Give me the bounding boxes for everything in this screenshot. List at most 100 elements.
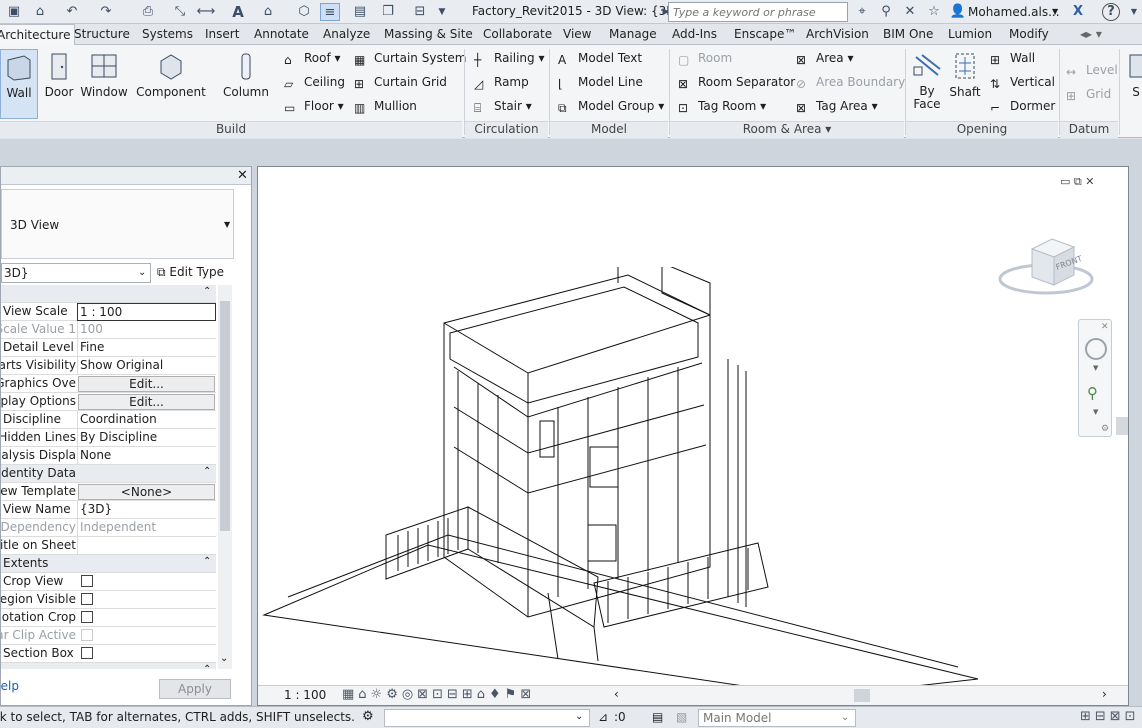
section-icon[interactable]: ⬡ <box>294 3 314 21</box>
binoculars-icon[interactable]: ⌖ <box>852 3 872 21</box>
thin-lines-icon[interactable]: ≡ <box>320 3 340 21</box>
undo-icon[interactable]: ↶ <box>62 3 82 21</box>
edit-type-button[interactable]: ⧉ Edit Type <box>157 263 233 283</box>
collapse-icon[interactable]: ⌃ <box>203 664 211 669</box>
design-options-icon[interactable]: ▧ <box>676 710 687 724</box>
set-button[interactable]: S <box>1124 49 1142 119</box>
area-boundary-button[interactable]: ⊘ Area Boundary <box>796 75 905 95</box>
tag-room-button[interactable]: ⊡ Tag Room ▾ <box>678 99 766 119</box>
tab-collaborate[interactable]: Collaborate <box>483 27 552 41</box>
tab-archvision[interactable]: ArchVision <box>806 27 869 41</box>
save-icon[interactable]: ⌂ <box>30 3 50 21</box>
prop-value[interactable]: By Discipline <box>77 429 216 447</box>
ceiling-button[interactable]: ▱ Ceiling <box>284 75 345 95</box>
search-input[interactable] <box>668 2 848 22</box>
instance-selector[interactable]: 3D} ⌄ <box>1 263 151 283</box>
prop-value[interactable]: Show Original <box>77 357 216 375</box>
collapse-icon[interactable]: ⌃ <box>203 466 211 477</box>
column-button[interactable]: Column <box>222 49 270 119</box>
help-dropdown-icon[interactable]: ▼ <box>1124 3 1142 21</box>
apply-button[interactable]: Apply <box>159 679 231 699</box>
roof-button[interactable]: ⌂ Roof ▾ <box>284 51 341 71</box>
collapse-icon[interactable]: ⌃ <box>203 286 211 297</box>
help-icon[interactable]: ? <box>1102 3 1120 21</box>
minimize-icon[interactable]: ▭ <box>1060 175 1070 188</box>
3d-view-icon[interactable]: ⌂ <box>258 3 278 21</box>
properties-help-link[interactable]: Properties help <box>1 679 19 696</box>
selection-option-icons[interactable]: ⊞⊟⊠⊡ <box>1080 709 1140 724</box>
user-dropdown-icon[interactable]: ▼ <box>1052 7 1058 16</box>
vg-edit-button[interactable]: Edit... <box>78 376 215 392</box>
view-template-button[interactable]: <None> <box>78 484 215 500</box>
stair-button[interactable]: ⌸ Stair ▾ <box>474 99 532 119</box>
tab-add-ins[interactable]: Add-Ins <box>672 27 717 41</box>
section-extents[interactable]: Extents ⌃ <box>1 555 216 573</box>
workset-dropdown[interactable]: ⌄ <box>384 709 590 727</box>
prop-value[interactable]: None <box>77 447 216 465</box>
customize-dropdown-icon[interactable]: ▼ <box>432 3 452 21</box>
model-line-button[interactable]: ⌊ Model Line <box>558 75 643 95</box>
steering-wheel-icon[interactable] <box>1085 338 1107 360</box>
tab-insert[interactable]: Insert <box>205 27 239 41</box>
tab-massing-site[interactable]: Massing & Site <box>384 27 473 41</box>
room-area-group-label[interactable]: Room & Area ▾ <box>670 121 904 138</box>
scroll-down-icon[interactable]: ⌄ <box>220 653 228 664</box>
crop-region-visible-checkbox[interactable] <box>81 593 93 605</box>
design-option-dropdown[interactable]: Main Model ⌄ <box>698 709 856 727</box>
wall-button[interactable]: Wall <box>0 49 38 119</box>
tab-systems[interactable]: Systems <box>142 27 193 41</box>
prop-value[interactable]: Coordination <box>77 411 216 429</box>
tab-lumion[interactable]: Lumion <box>948 27 992 41</box>
dormer-button[interactable]: ⌐ Dormer <box>990 99 1055 119</box>
type-selector[interactable]: 3D View ▼ <box>1 189 234 259</box>
restore-icon[interactable]: ⧉ <box>1074 175 1082 188</box>
railing-button[interactable]: ┼ Railing ▾ <box>474 51 545 71</box>
3d-view-canvas[interactable]: ▭ ⧉ ✕ FRONT ✕ ▼ ⚲ ▼ ⚙ 1: 100 ▦⌂☼⚙◎⊠⊡⊟⊞⌂… <box>257 166 1129 706</box>
type-dropdown-icon[interactable]: ▼ <box>224 220 230 229</box>
view-scale-button[interactable]: 1 : 100 <box>284 688 326 702</box>
room-button[interactable]: ▢ Room <box>678 51 732 71</box>
area-button[interactable]: ⊠ Area ▾ <box>796 51 853 71</box>
shaft-button[interactable]: Shaft <box>946 49 984 119</box>
communication-icon[interactable]: ✕ <box>900 3 920 21</box>
close-icon[interactable]: ✕ <box>1085 175 1094 188</box>
properties-scrollbar[interactable]: ⌄ <box>218 285 232 669</box>
tab-structure[interactable]: Structure <box>74 27 130 41</box>
section-identity-data[interactable]: Identity Data ⌃ <box>1 465 216 483</box>
prop-value[interactable]: Fine <box>77 339 216 357</box>
editing-requests-icon[interactable]: ▤ <box>652 710 663 724</box>
switch-windows-icon[interactable]: ❐ <box>378 3 398 21</box>
ramp-button[interactable]: ◿ Ramp <box>474 75 529 95</box>
scroll-left-icon[interactable]: ‹ <box>614 687 619 701</box>
close-icon[interactable]: ✕ <box>1101 322 1109 332</box>
more-icon[interactable]: ⊟ <box>410 3 430 21</box>
scroll-right-icon[interactable]: › <box>1102 687 1107 701</box>
subscription-icon[interactable]: ⚲ <box>876 3 896 21</box>
section-graphics[interactable]: ⌃ <box>1 285 216 303</box>
tab-analyze[interactable]: Analyze <box>323 27 370 41</box>
curtain-system-button[interactable]: ▦ Curtain System <box>354 51 466 71</box>
annotation-crop-checkbox[interactable] <box>81 611 93 623</box>
text-icon[interactable]: A <box>228 3 248 21</box>
vertical-scrollbar-thumb[interactable] <box>1116 417 1128 435</box>
user-icon[interactable]: 👤 <box>948 3 968 21</box>
by-face-button[interactable]: By Face <box>910 49 944 119</box>
settings-icon[interactable]: ⚙ <box>1101 424 1109 434</box>
tab-view[interactable]: View <box>563 27 591 41</box>
prop-value[interactable]: {3D} <box>77 501 216 519</box>
filter-icon[interactable]: ⊿ <box>598 710 608 724</box>
floor-button[interactable]: ▭ Floor ▾ <box>284 99 344 119</box>
view-scale-field[interactable]: 1 : 100 <box>77 303 216 321</box>
redo-icon[interactable]: ↷ <box>96 3 116 21</box>
view-control-icons[interactable]: ▦⌂☼⚙◎⊠⊡⊟⊞⌂♦⚑⊠ <box>342 687 535 702</box>
open-icon[interactable]: ▣ <box>4 3 24 21</box>
tab-modify[interactable]: Modify <box>1009 27 1049 41</box>
zoom-icon[interactable]: ⚲ <box>1087 384 1098 402</box>
curtain-grid-button[interactable]: ⊞ Curtain Grid <box>354 75 447 95</box>
component-button[interactable]: Component <box>136 49 206 119</box>
level-button[interactable]: ↔ Level <box>1066 63 1118 83</box>
mullion-button[interactable]: ▥ Mullion <box>354 99 417 119</box>
crop-view-checkbox[interactable] <box>81 575 93 587</box>
grid-button[interactable]: ⊞ Grid <box>1066 87 1111 107</box>
tab-bim-one[interactable]: BIM One <box>883 27 933 41</box>
